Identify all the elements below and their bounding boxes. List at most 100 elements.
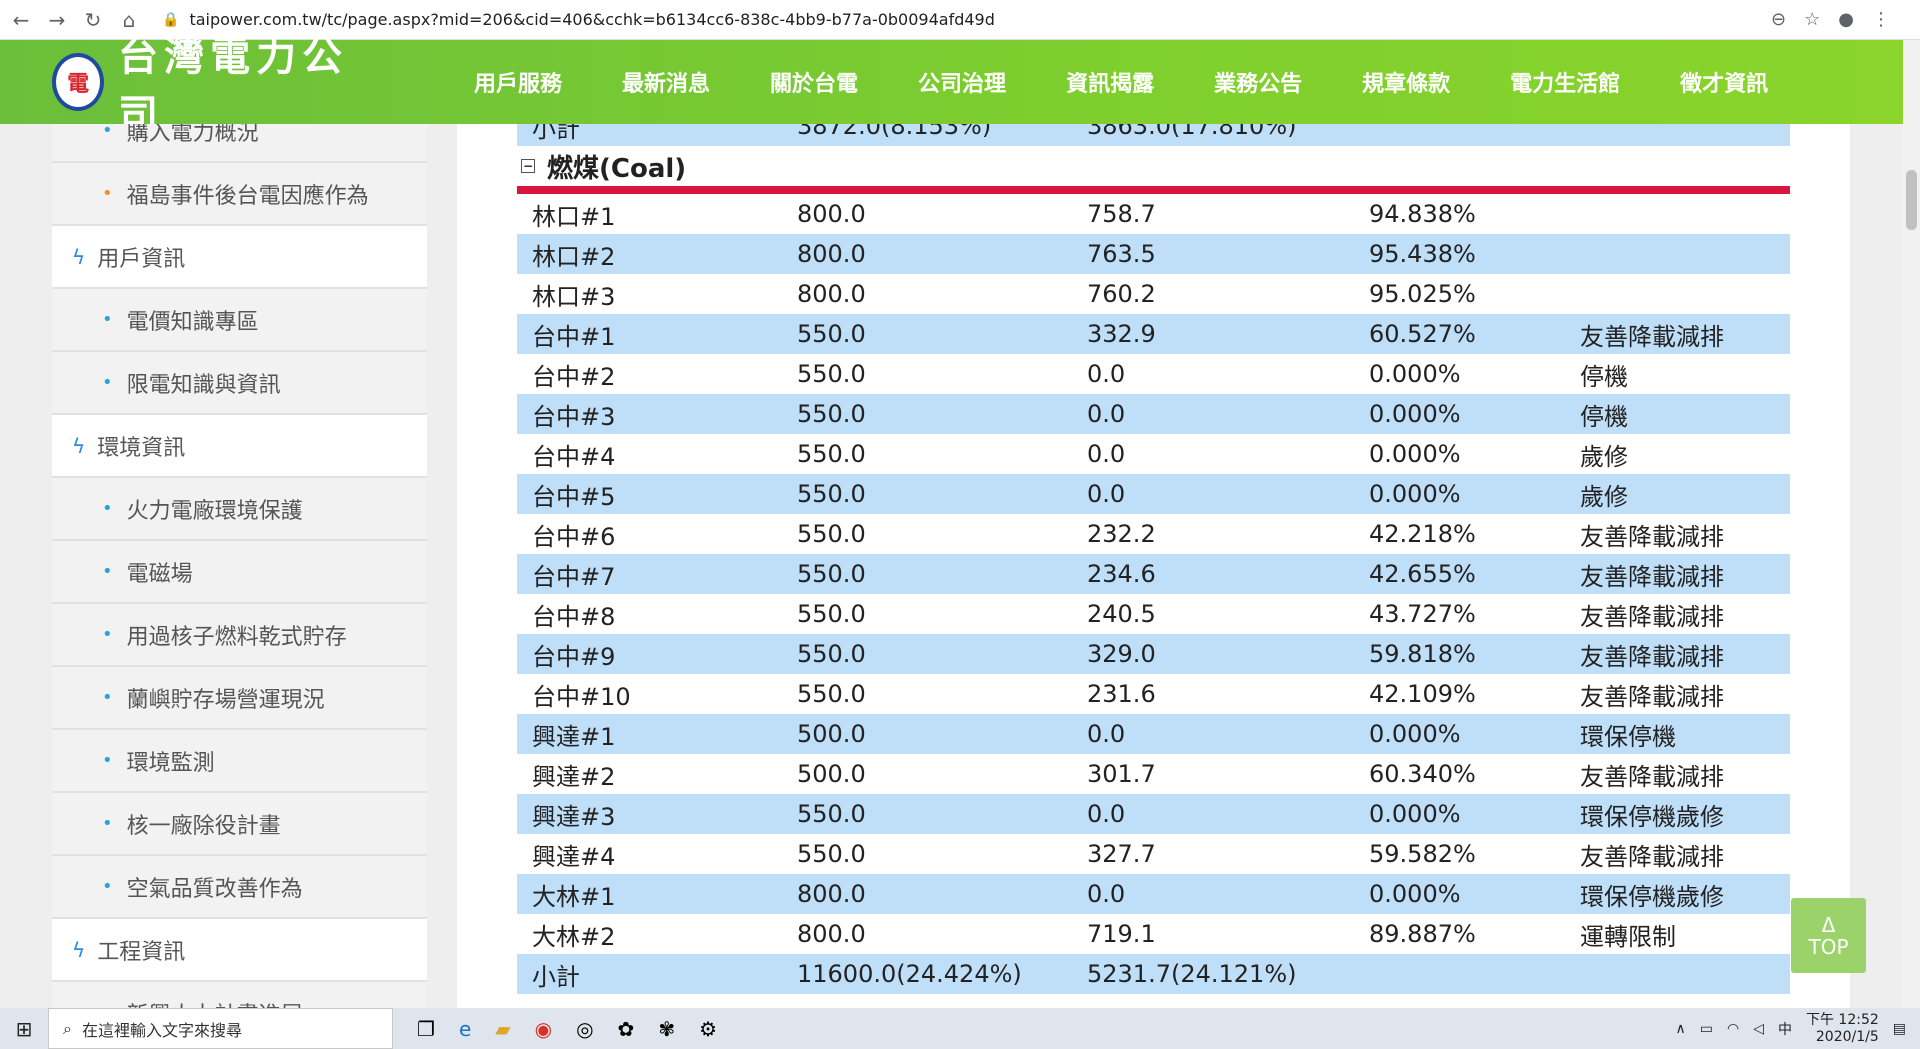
sidebar-item[interactable]: • 火力電廠環境保護 bbox=[52, 478, 427, 541]
sidebar-item[interactable]: • 福島事件後台電因應作為 bbox=[52, 163, 427, 226]
battery-icon[interactable]: ▭ bbox=[1700, 1021, 1713, 1037]
cell-capacity: 550.0 bbox=[797, 360, 866, 388]
cell-note: 停機 bbox=[1580, 402, 1628, 431]
scrollbar-thumb[interactable] bbox=[1906, 170, 1917, 230]
sidebar-item[interactable]: • 電價知識專區 bbox=[52, 289, 427, 352]
table-row: 台中#4 550.0 0.0 0.000% 歲修 bbox=[517, 434, 1790, 474]
back-to-top-button[interactable]: Δ TOP bbox=[1791, 898, 1866, 973]
bullet-icon: • bbox=[102, 750, 113, 771]
nav-item[interactable]: 業務公告 bbox=[1184, 66, 1332, 98]
cell-ratio: 0.000% bbox=[1369, 480, 1461, 508]
back-icon[interactable]: ← bbox=[6, 5, 36, 35]
app-icon[interactable]: ⚙ bbox=[699, 1017, 717, 1041]
cell-capacity: 550.0 bbox=[797, 640, 866, 668]
site-logo[interactable]: 電 台灣電力公司 bbox=[52, 24, 362, 140]
cell-ratio: 0.000% bbox=[1369, 800, 1461, 828]
cell-ratio: 60.340% bbox=[1369, 760, 1476, 788]
table-row: 台中#8 550.0 240.5 43.727% 友善降載減排 bbox=[517, 594, 1790, 634]
zoom-icon[interactable]: ⊖ bbox=[1771, 9, 1786, 30]
tray-up-arrow-icon[interactable]: ∧ bbox=[1675, 1021, 1685, 1037]
sidebar-item-label: 限電知識與資訊 bbox=[126, 372, 281, 398]
sidebar-item[interactable]: • 限電知識與資訊 bbox=[52, 352, 427, 415]
sidebar-item-label: 蘭嶼貯存場營運現況 bbox=[126, 687, 325, 713]
bullet-icon: • bbox=[102, 561, 113, 582]
app-icon[interactable]: ◎ bbox=[576, 1017, 593, 1041]
cell-name: 林口#2 bbox=[532, 242, 616, 271]
ime-indicator[interactable]: 中 bbox=[1778, 1019, 1792, 1039]
sidebar-item[interactable]: • 環境監測 bbox=[52, 730, 427, 793]
table-row: 大林#2 800.0 719.1 89.887% 運轉限制 bbox=[517, 914, 1790, 954]
cell-generation: 0.0 bbox=[1087, 720, 1126, 748]
nav-item[interactable]: 資訊揭露 bbox=[1036, 66, 1184, 98]
wifi-icon[interactable]: ◠ bbox=[1727, 1021, 1739, 1037]
cell-ratio: 0.000% bbox=[1369, 440, 1461, 468]
nav-item[interactable]: 電力生活館 bbox=[1480, 66, 1650, 98]
cell-name: 興達#4 bbox=[532, 842, 616, 871]
chrome-icon[interactable]: ◉ bbox=[535, 1017, 552, 1041]
profile-icon[interactable]: ● bbox=[1838, 9, 1854, 30]
table-row: 興達#3 550.0 0.0 0.000% 環保停機歲修 bbox=[517, 794, 1790, 834]
table-row: 興達#4 550.0 327.7 59.582% 友善降載減排 bbox=[517, 834, 1790, 874]
sidebar-item[interactable]: • 用過核子燃料乾式貯存 bbox=[52, 604, 427, 667]
logo-text: 台灣電力公司 bbox=[118, 33, 349, 138]
edge-browser-icon[interactable]: e bbox=[459, 1017, 471, 1041]
sidebar-item[interactable]: • 電磁場 bbox=[52, 541, 427, 604]
windows-start-icon[interactable]: ⊞ bbox=[0, 1017, 48, 1041]
sidebar-section[interactable]: ϟ 用戶資訊 bbox=[52, 226, 427, 289]
notification-icon[interactable]: ▤ bbox=[1893, 1021, 1906, 1037]
file-explorer-icon[interactable]: ▰ bbox=[495, 1017, 510, 1041]
cell-ratio: 0.000% bbox=[1369, 400, 1461, 428]
cell-generation: 0.0 bbox=[1087, 880, 1126, 908]
table-row: 台中#2 550.0 0.0 0.000% 停機 bbox=[517, 354, 1790, 394]
bullet-icon: • bbox=[102, 183, 113, 204]
cell-name: 大林#1 bbox=[532, 882, 616, 911]
clock[interactable]: 下午 12:52 2020/1/5 bbox=[1806, 1012, 1879, 1046]
bullet-icon: • bbox=[102, 813, 113, 834]
nav-item[interactable]: 規章條款 bbox=[1332, 66, 1480, 98]
nav-item[interactable]: 用戶服務 bbox=[444, 66, 592, 98]
cell-generation: 329.0 bbox=[1087, 640, 1156, 668]
nav-item[interactable]: 最新消息 bbox=[592, 66, 740, 98]
cell-name: 小計 bbox=[532, 124, 580, 143]
sidebar-section[interactable]: ϟ 工程資訊 bbox=[52, 919, 427, 982]
address-bar[interactable]: 🔒 taipower.com.tw/tc/page.aspx?mid=206&c… bbox=[162, 5, 1771, 35]
cell-generation: 5231.7(24.121%) bbox=[1087, 960, 1297, 988]
bullet-icon: • bbox=[102, 498, 113, 519]
sidebar-item[interactable]: • 蘭嶼貯存場營運現況 bbox=[52, 667, 427, 730]
cell-capacity: 800.0 bbox=[797, 880, 866, 908]
nav-item[interactable]: 徵才資訊 bbox=[1650, 66, 1798, 98]
bookmark-star-icon[interactable]: ☆ bbox=[1804, 9, 1820, 30]
cell-capacity: 550.0 bbox=[797, 480, 866, 508]
section-divider bbox=[517, 186, 1790, 194]
app-icon[interactable]: ✾ bbox=[658, 1017, 675, 1041]
cell-name: 林口#3 bbox=[532, 282, 616, 311]
cell-capacity: 550.0 bbox=[797, 400, 866, 428]
main-content: 小計 3872.0(8.153%) 3863.0(17.810%) − 燃煤(C… bbox=[457, 124, 1850, 1008]
nav-item[interactable]: 關於台電 bbox=[740, 66, 888, 98]
sidebar-item-label: 空氣品質改善作為 bbox=[126, 876, 303, 902]
collapse-toggle-icon[interactable]: − bbox=[521, 159, 535, 173]
task-view-icon[interactable]: ❐ bbox=[417, 1017, 435, 1041]
table-row: 台中#3 550.0 0.0 0.000% 停機 bbox=[517, 394, 1790, 434]
clock-time: 下午 12:52 bbox=[1805, 1011, 1879, 1028]
sidebar-section[interactable]: ϟ 環境資訊 bbox=[52, 415, 427, 478]
sidebar-item[interactable]: • 核一廠除役計畫 bbox=[52, 793, 427, 856]
table-row: 大林#1 800.0 0.0 0.000% 環保停機歲修 bbox=[517, 874, 1790, 914]
nav-item[interactable]: 公司治理 bbox=[888, 66, 1036, 98]
cell-name: 台中#1 bbox=[532, 322, 616, 351]
sidebar-item[interactable]: •新興火力計畫進展 bbox=[52, 982, 427, 1008]
search-icon: ⌕ bbox=[63, 1018, 72, 1038]
cell-ratio: 89.887% bbox=[1369, 920, 1476, 948]
sidebar-item[interactable]: • 購入電力概況 bbox=[52, 124, 427, 163]
app-icon[interactable]: ✿ bbox=[618, 1017, 635, 1041]
cell-generation: 0.0 bbox=[1087, 360, 1126, 388]
taskbar-search-input[interactable]: ⌕ 在這裡輸入文字來搜尋 bbox=[48, 1008, 393, 1049]
cell-name: 台中#6 bbox=[532, 522, 616, 551]
page-scrollbar[interactable] bbox=[1903, 40, 1920, 1008]
sidebar-item[interactable]: • 空氣品質改善作為 bbox=[52, 856, 427, 919]
menu-icon[interactable]: ⋮ bbox=[1872, 9, 1890, 30]
volume-icon[interactable]: ◁ bbox=[1753, 1021, 1764, 1037]
table-row: 台中#10 550.0 231.6 42.109% 友善降載減排 bbox=[517, 674, 1790, 714]
cell-note: 友善降載減排 bbox=[1580, 762, 1724, 791]
section-title-coal[interactable]: − 燃煤(Coal) bbox=[517, 146, 1790, 186]
